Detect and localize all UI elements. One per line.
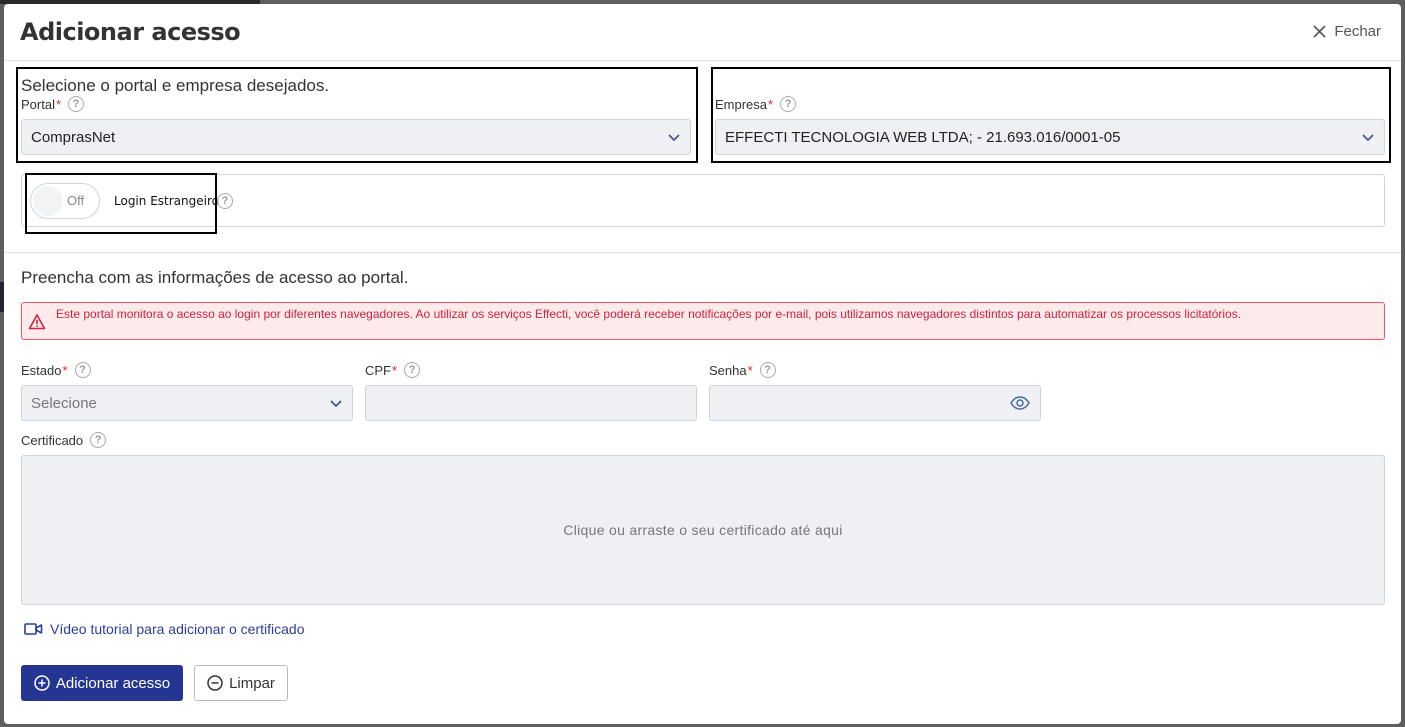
dropzone-text: Clique ou arraste o seu certificado até … [563, 522, 843, 538]
access-section-title: Preencha com as informações de acesso ao… [21, 268, 409, 287]
video-tutorial-text: Vídeo tutorial para adicionar o certific… [50, 621, 305, 637]
empresa-label: Empresa * ? [715, 96, 797, 112]
certificado-label-text: Certificado [21, 432, 84, 448]
required-mark: * [392, 362, 398, 378]
help-icon[interactable]: ? [404, 362, 421, 378]
toggle-knob [33, 186, 63, 216]
empresa-label-text: Empresa [715, 96, 768, 112]
estado-select-value: Selecione [31, 394, 97, 412]
empresa-select[interactable]: EFFECTI TECNOLOGIA WEB LTDA; - 21.693.01… [715, 119, 1385, 155]
help-icon[interactable]: ? [74, 362, 91, 378]
cpf-label: CPF * ? [365, 362, 421, 378]
portal-label: Portal * ? [21, 96, 85, 112]
required-mark: * [768, 96, 774, 112]
modal-header: Adicionar acesso Fechar [4, 4, 1401, 61]
estado-label: Estado * ? [21, 362, 91, 378]
chevron-down-icon [668, 134, 680, 142]
add-access-label: Adicionar acesso [55, 674, 171, 692]
certificado-label: Certificado ? [21, 432, 107, 448]
certificate-dropzone[interactable]: Clique ou arraste o seu certificado até … [21, 455, 1385, 605]
close-label: Fechar [1334, 23, 1381, 40]
cpf-input[interactable] [365, 385, 697, 421]
foreign-login-label: Login Estrangeiro [114, 194, 219, 208]
help-icon[interactable]: ? [759, 362, 776, 378]
portal-section-title: Selecione o portal e empresa desejados. [21, 76, 330, 95]
required-mark: * [62, 362, 68, 378]
chevron-down-icon [1362, 134, 1374, 142]
warning-icon [28, 314, 46, 330]
modal-title: Adicionar acesso [20, 18, 241, 46]
chevron-down-icon [330, 400, 342, 408]
video-tutorial-link[interactable]: Vídeo tutorial para adicionar o certific… [24, 621, 304, 637]
add-access-button[interactable]: Adicionar acesso [21, 665, 183, 701]
close-icon [1313, 25, 1326, 38]
minus-circle-icon [207, 675, 223, 691]
plus-circle-icon [34, 675, 50, 691]
empresa-select-value: EFFECTI TECNOLOGIA WEB LTDA; - 21.693.01… [725, 128, 1121, 146]
clear-label: Limpar [229, 674, 275, 692]
foreign-login-toggle[interactable]: Off [30, 183, 100, 219]
section-divider [4, 252, 1401, 253]
cpf-label-text: CPF [365, 362, 391, 378]
senha-input[interactable] [709, 385, 1041, 421]
browser-alert: Este portal monitora o acesso ao login p… [21, 302, 1385, 340]
clear-button[interactable]: Limpar [194, 665, 288, 701]
alert-text: Este portal monitora o acesso ao login p… [56, 307, 1242, 321]
help-icon[interactable]: ? [780, 96, 797, 112]
eye-icon[interactable] [1010, 395, 1030, 411]
required-mark: * [747, 362, 753, 378]
portal-select[interactable]: ComprasNet [21, 119, 691, 155]
portal-label-text: Portal [21, 96, 55, 112]
required-mark: * [55, 96, 62, 112]
toggle-state: Off [67, 193, 85, 208]
senha-label: Senha * ? [709, 362, 776, 378]
add-access-modal: Adicionar acesso Fechar Selecione o port… [4, 4, 1401, 724]
close-button[interactable]: Fechar [1313, 23, 1381, 40]
video-camera-icon [24, 623, 43, 635]
help-icon[interactable]: ? [90, 432, 107, 448]
estado-label-text: Estado [21, 362, 62, 378]
estado-select[interactable]: Selecione [21, 385, 353, 421]
portal-select-value: ComprasNet [31, 128, 116, 146]
help-icon[interactable]: ? [68, 96, 85, 112]
help-icon[interactable]: ? [217, 193, 233, 209]
senha-label-text: Senha [709, 362, 747, 378]
